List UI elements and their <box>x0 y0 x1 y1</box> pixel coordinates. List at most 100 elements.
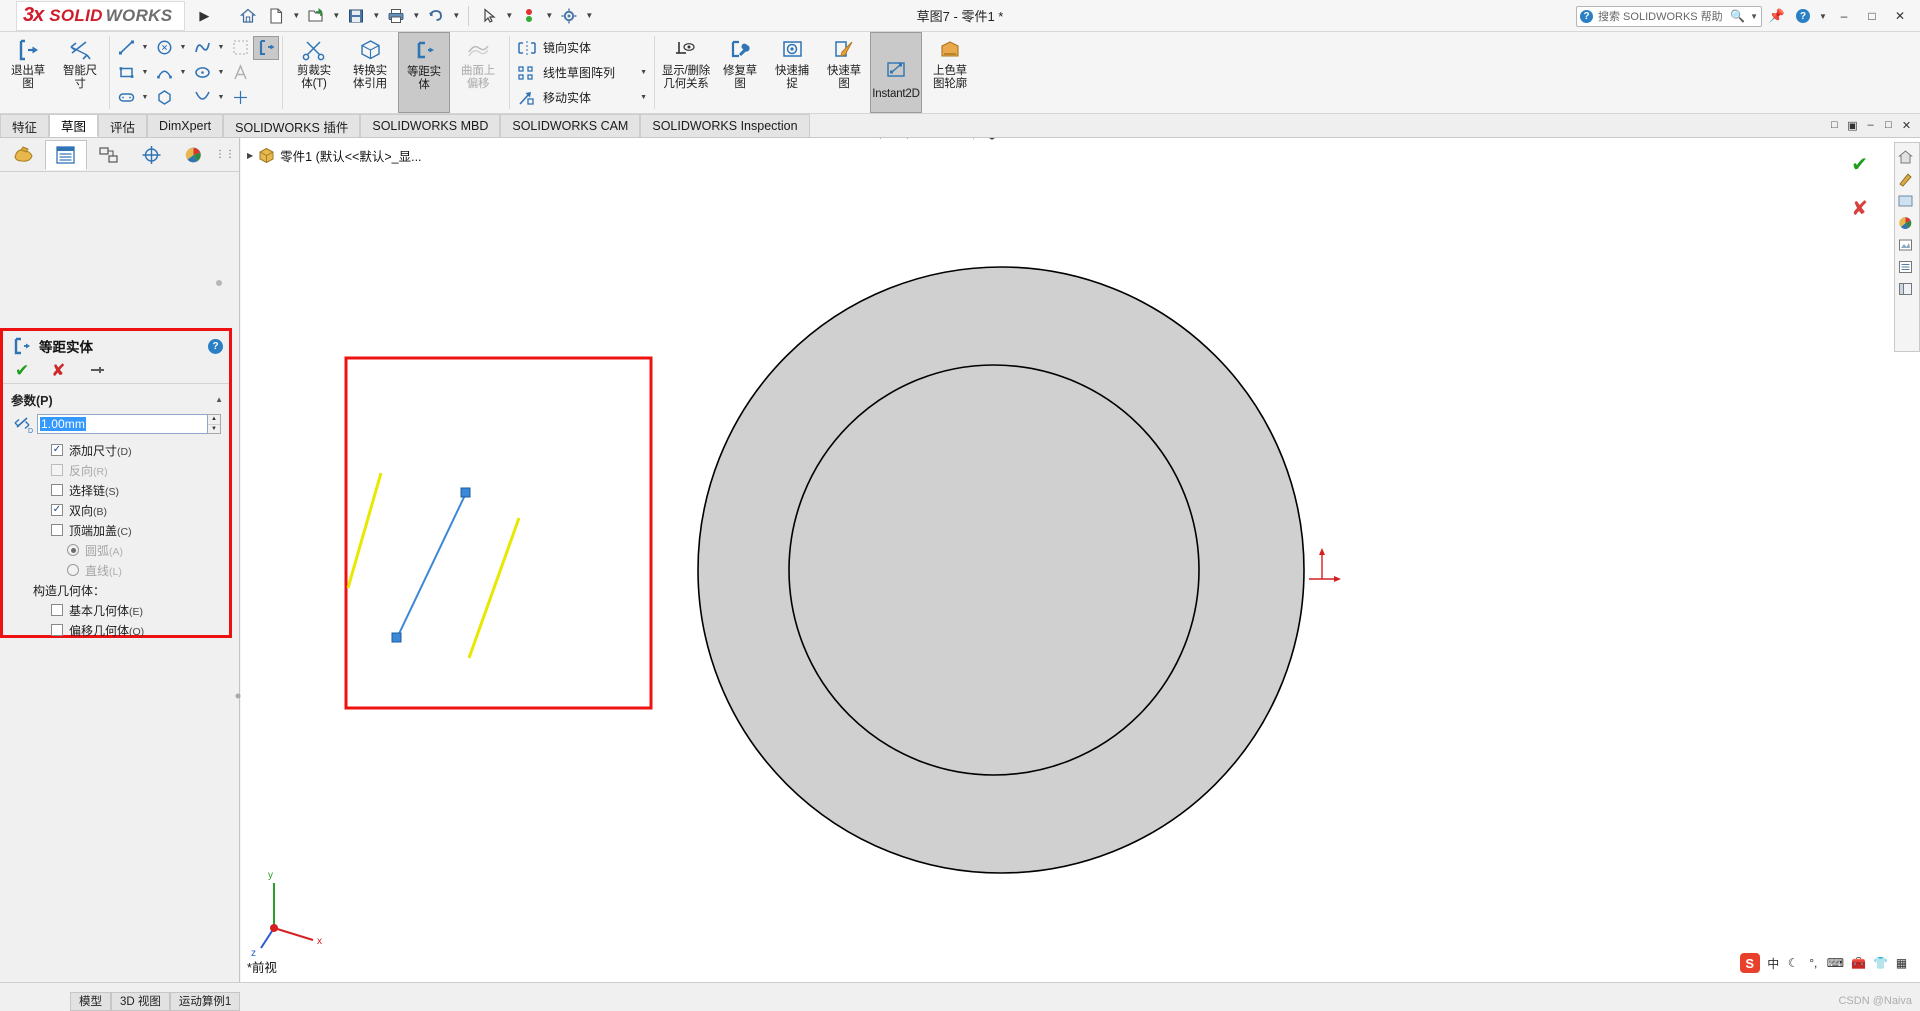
tab-solidworks-addins[interactable]: SOLIDWORKS 插件 <box>223 114 361 137</box>
hide-show-items-icon[interactable] <box>1057 138 1083 143</box>
view-orientation-icon[interactable] <box>979 138 1005 143</box>
select-cursor-icon[interactable] <box>476 3 502 29</box>
offset-distance-stepper[interactable]: ▲ ▼ <box>208 414 221 434</box>
polygon-icon[interactable] <box>151 86 177 110</box>
cap-ends-checkbox[interactable] <box>51 524 63 536</box>
linear-sketch-pattern-caret-icon[interactable]: ▼ <box>628 69 647 76</box>
hide-show-items-caret-icon[interactable]: ▼ <box>1084 138 1095 143</box>
quick-snaps-button[interactable]: 快速捕捉 <box>766 32 818 113</box>
stepper-down-icon[interactable]: ▼ <box>208 425 220 434</box>
ime-settings-icon[interactable]: ▦ <box>1895 956 1908 970</box>
rectangle-icon[interactable] <box>113 61 139 85</box>
offset-entities-icon[interactable] <box>253 35 279 60</box>
appearances-icon[interactable] <box>1894 168 1916 189</box>
view-orientation-caret-icon[interactable]: ▼ <box>1006 138 1017 143</box>
open-caret-icon[interactable]: ▼ <box>331 11 341 20</box>
display-style-icon[interactable] <box>1018 138 1044 143</box>
ime-moon-icon[interactable]: ☾ <box>1787 956 1800 970</box>
view-settings-icon[interactable] <box>1135 138 1161 143</box>
line-caret-icon[interactable]: ▼ <box>139 36 151 60</box>
display-delete-relations-button[interactable]: 显示/删除 几何关系 <box>658 32 714 113</box>
maximize-button[interactable]: □ <box>1860 4 1884 28</box>
tab-sketch[interactable]: 草图 <box>49 114 99 137</box>
view-settings-caret-icon[interactable]: ▼ <box>1162 138 1173 143</box>
parabola-icon[interactable] <box>189 86 215 110</box>
options-gear-icon[interactable] <box>556 3 582 29</box>
move-entities-button[interactable]: 移动实体 ▼ <box>513 85 651 110</box>
tab-solidworks-inspection[interactable]: SOLIDWORKS Inspection <box>640 114 810 137</box>
menu-expand-arrow-icon[interactable]: ▶ <box>199 8 209 24</box>
new-document-caret-icon[interactable]: ▼ <box>291 11 301 20</box>
new-document-icon[interactable] <box>263 3 289 29</box>
doc-window-icon[interactable]: ▣ <box>1845 118 1860 133</box>
minimize-button[interactable]: – <box>1832 4 1856 28</box>
shaded-sketch-contours-button[interactable]: 上色草 图轮廓 <box>922 32 978 113</box>
option-lines[interactable]: 直线(L) <box>3 560 229 580</box>
search-icon[interactable]: 🔍 <box>1730 9 1745 23</box>
option-bi-directional[interactable]: ✓ 双向(B) <box>3 500 229 520</box>
rebuild-icon[interactable] <box>516 3 542 29</box>
tab-evaluate[interactable]: 评估 <box>98 114 148 137</box>
option-arcs[interactable]: 圆弧(A) <box>3 540 229 560</box>
lights-cameras-icon[interactable] <box>1894 212 1916 233</box>
text-A-icon[interactable] <box>227 61 253 85</box>
option-cap-ends[interactable]: 顶端加盖(C) <box>3 520 229 540</box>
smart-dimension-button[interactable]: 智能尺寸 <box>54 32 106 113</box>
home-view-icon[interactable] <box>1894 146 1916 167</box>
undo-icon[interactable] <box>423 3 449 29</box>
option-offset-geometry[interactable]: 偏移几何体(O) <box>3 620 229 640</box>
pin-icon[interactable] <box>88 363 105 378</box>
property-manager-icon[interactable] <box>44 139 88 170</box>
panel-options-dots[interactable]: ⋮⋮ <box>215 149 239 160</box>
property-manager-help-icon[interactable]: ? <box>208 338 223 354</box>
zoom-to-area-icon[interactable] <box>888 138 914 143</box>
tab-solidworks-cam[interactable]: SOLIDWORKS CAM <box>500 114 641 137</box>
polygon-caret-icon[interactable] <box>177 86 189 110</box>
arc-caret-icon[interactable]: ▼ <box>177 61 189 85</box>
graphics-area[interactable]: ▶ 零件1 (默认<<默认>_显... ▼ ▼ ▼ ▼ ▼ ✔ ✘ <box>241 138 1920 982</box>
bi-directional-checkbox[interactable]: ✓ <box>51 504 63 516</box>
zoom-to-fit-icon[interactable] <box>861 138 887 143</box>
parameters-collapse-caret-icon[interactable]: ▲ <box>215 395 223 404</box>
offset-geometry-checkbox[interactable] <box>51 624 63 636</box>
search-help-box[interactable]: ? 搜索 SOLIDWORKS 帮助 🔍 ▼ <box>1576 5 1762 27</box>
exit-sketch-button[interactable]: 退出草图 <box>2 32 54 113</box>
close-doc-icon[interactable]: ✕ <box>1899 118 1914 133</box>
rectangle-caret-icon[interactable]: ▼ <box>139 61 151 85</box>
option-select-chain[interactable]: 选择链(S) <box>3 480 229 500</box>
undo-caret-icon[interactable]: ▼ <box>451 11 461 20</box>
trim-entities-button[interactable]: 剪裁实 体(T) <box>286 32 342 113</box>
flyout-feature-tree[interactable]: ▶ 零件1 (默认<<默认>_显... <box>247 146 422 165</box>
dimxpert-manager-icon[interactable] <box>130 140 173 170</box>
convert-entities-button[interactable]: 转换实 体引用 <box>342 32 398 113</box>
parabola-caret-icon[interactable]: ▼ <box>215 86 227 110</box>
mirror-entities-button[interactable]: 镜向实体 <box>513 35 651 60</box>
custom-properties-icon[interactable] <box>1894 256 1916 277</box>
offset-distance-input[interactable]: 1.00mm <box>37 414 208 434</box>
previous-view-icon[interactable] <box>915 138 941 143</box>
display-manager-icon[interactable] <box>172 140 215 170</box>
tab-features[interactable]: 特征 <box>0 114 50 137</box>
help-menu-icon[interactable]: ? <box>1792 5 1814 27</box>
add-dimensions-checkbox[interactable]: ✓ <box>51 444 63 456</box>
instant2d-button[interactable]: Instant2D <box>870 32 922 113</box>
circle-caret-icon[interactable]: ▼ <box>177 36 189 60</box>
tab-model[interactable]: 模型 <box>70 991 111 1011</box>
rapid-sketch-button[interactable]: 快速草图 <box>818 32 870 113</box>
base-geometry-checkbox[interactable] <box>51 604 63 616</box>
lines-radio[interactable] <box>67 564 79 576</box>
tab-motion-study[interactable]: 运动算例1 <box>169 991 241 1011</box>
ime-punctuation-icon[interactable]: °, <box>1807 956 1820 970</box>
line-icon[interactable] <box>113 36 139 60</box>
arcs-radio[interactable] <box>67 544 79 556</box>
arc-icon[interactable] <box>151 61 177 85</box>
print-icon[interactable] <box>383 3 409 29</box>
apply-scene-caret-icon[interactable]: ▼ <box>1123 138 1134 143</box>
ime-toolbox-icon[interactable]: 🧰 <box>1851 956 1866 970</box>
feature-manager-tree-icon[interactable] <box>2 140 45 170</box>
confirm-ok-icon[interactable]: ✔ <box>1851 152 1868 177</box>
apply-scene-icon[interactable] <box>1096 138 1122 143</box>
flyout-tree-expand-icon[interactable]: ▶ <box>247 151 253 160</box>
minimize-doc-icon[interactable]: – <box>1863 118 1878 133</box>
tab-3d-views[interactable]: 3D 视图 <box>111 991 170 1011</box>
